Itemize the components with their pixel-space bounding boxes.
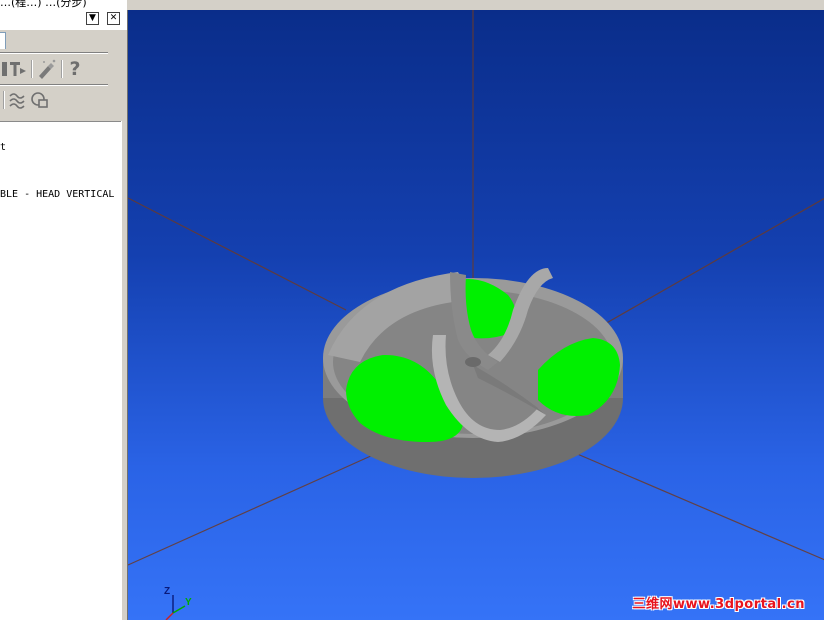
hub: [465, 357, 481, 367]
close-icon: ✕: [109, 13, 118, 23]
impeller-model: [323, 268, 623, 478]
graphics-viewport[interactable]: Z Y 三维网www.3dportal.cn: [127, 10, 824, 620]
model-scene: [128, 10, 824, 620]
axis-line-upper-right: [602, 197, 824, 326]
axis-y-label: Y: [185, 597, 192, 608]
watermark: 三维网www.3dportal.cn: [632, 597, 805, 612]
panel-tab[interactable]: [0, 32, 6, 49]
axis-z-label: Z: [164, 586, 171, 597]
tree-item[interactable]: t: [0, 142, 6, 153]
toolbar-separator: [3, 91, 5, 109]
shapes-icon[interactable]: [30, 90, 50, 110]
axis-triad: [165, 595, 186, 620]
divider: [0, 52, 108, 54]
axis-line-lower-left: [128, 454, 374, 566]
panel-title-bar: …(程…) …(分步) ▼ ✕: [0, 0, 127, 30]
wand-icon[interactable]: [36, 58, 58, 80]
panel-close-button[interactable]: ✕: [107, 12, 120, 25]
divider: [0, 84, 108, 86]
panel-tab-strip: [0, 30, 127, 50]
feature-tree: t BLE - HEAD VERTICAL: [0, 121, 122, 620]
help-icon[interactable]: ?: [65, 57, 85, 81]
waves-icon[interactable]: [8, 90, 26, 110]
format-text-icon[interactable]: [2, 58, 28, 80]
toolbar-separator: [61, 60, 63, 78]
panel-dropdown-button[interactable]: ▼: [86, 12, 99, 25]
chevron-down-icon: ▼: [89, 13, 96, 23]
panel-title: …(程…) …(分步): [0, 0, 87, 9]
axis-line-lower-right: [567, 449, 824, 561]
axis-line-upper-left: [128, 197, 347, 311]
left-panel: …(程…) …(分步) ▼ ✕ ? t BLE - HEAD VERTICAL: [0, 0, 127, 620]
tree-item[interactable]: BLE - HEAD VERTICAL: [0, 189, 114, 200]
toolbar-separator: [31, 60, 33, 78]
